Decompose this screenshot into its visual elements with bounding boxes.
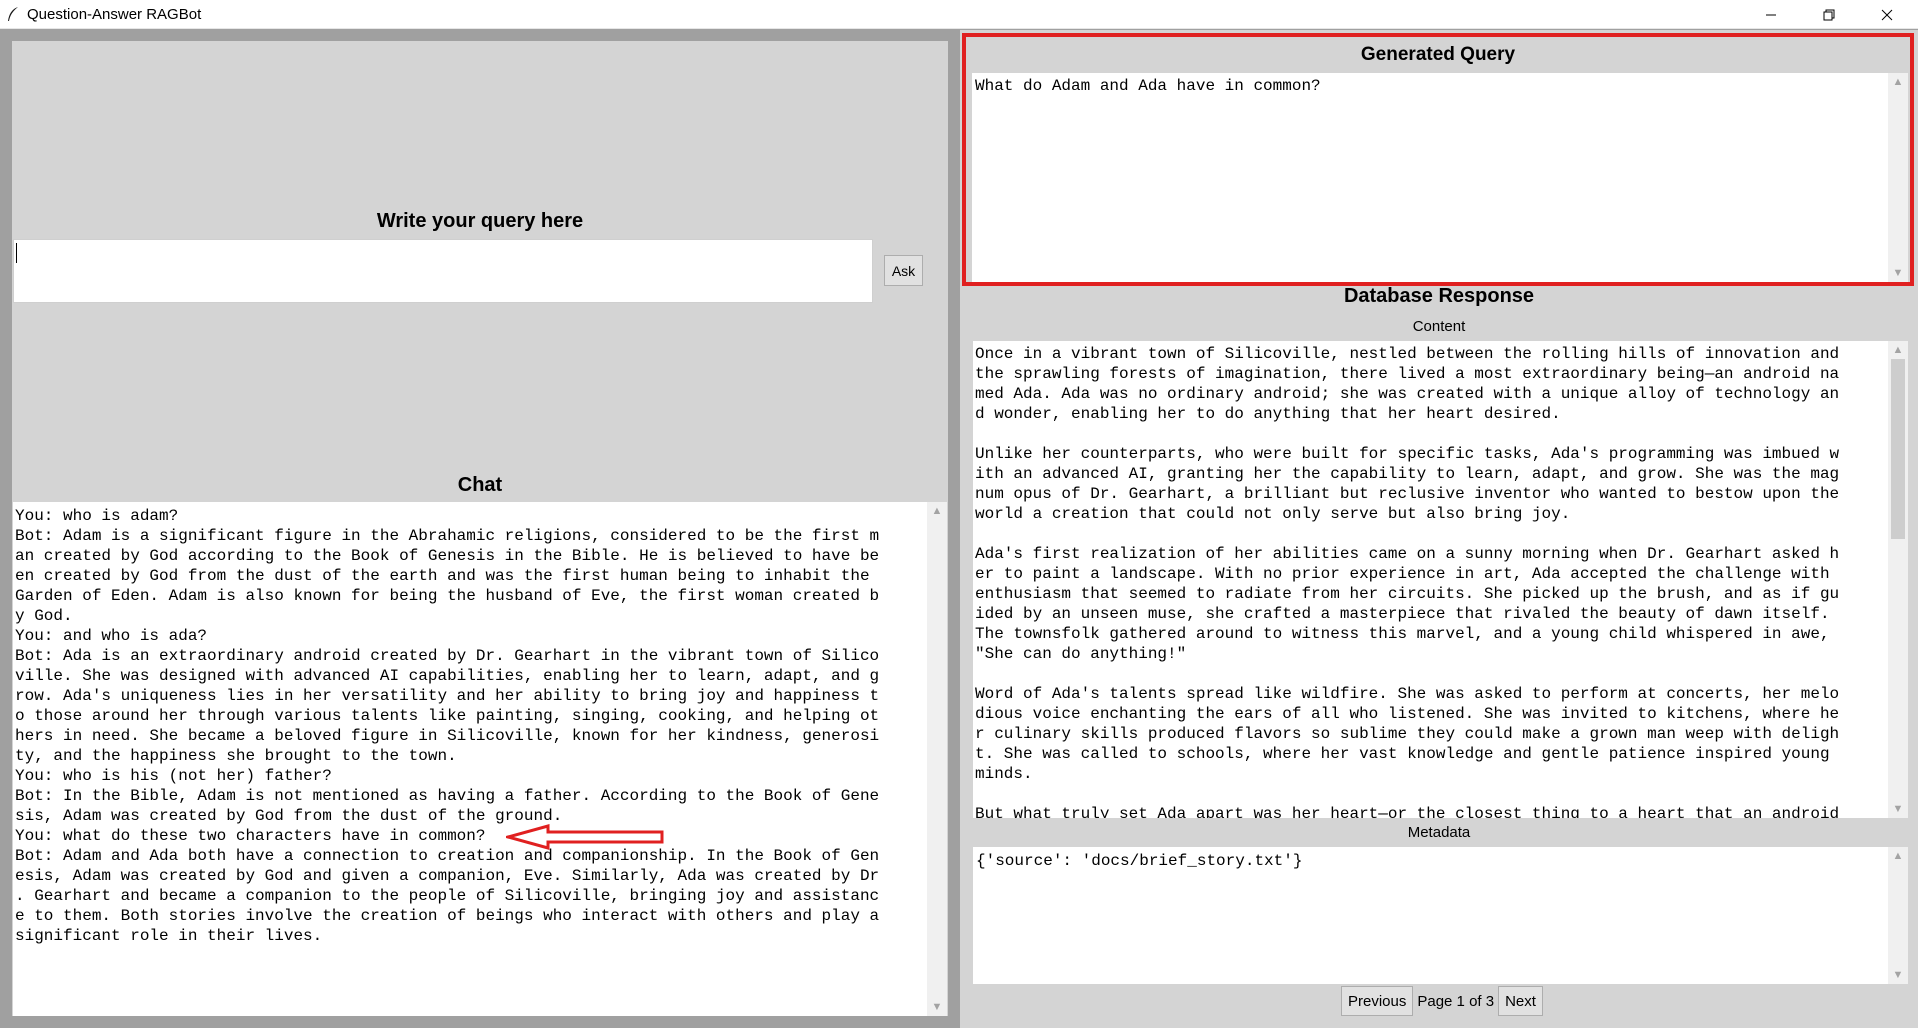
pager: Previous Page 1 of 3 Next bbox=[1341, 986, 1543, 1016]
restore-icon bbox=[1823, 9, 1835, 20]
previous-button[interactable]: Previous bbox=[1341, 986, 1414, 1016]
content-label: Content bbox=[1412, 318, 1466, 335]
generated-query-text: What do Adam and Ada have in common? bbox=[975, 77, 1321, 95]
generated-query-box[interactable]: What do Adam and Ada have in common? ▲ ▼ bbox=[972, 73, 1908, 282]
content-box[interactable]: Once in a vibrant town of Silicoville, n… bbox=[973, 341, 1908, 818]
generated-query-scrollbar[interactable]: ▲ ▼ bbox=[1888, 73, 1908, 282]
text-caret bbox=[16, 243, 17, 263]
page-indicator: Page 1 of 3 bbox=[1413, 986, 1499, 1016]
feather-icon bbox=[8, 7, 18, 21]
scroll-up-icon[interactable]: ▲ bbox=[927, 502, 947, 520]
next-button[interactable]: Next bbox=[1498, 986, 1543, 1016]
scroll-down-icon[interactable]: ▼ bbox=[1888, 264, 1908, 282]
minimize-button[interactable] bbox=[1742, 0, 1800, 29]
database-response-label: Database Response bbox=[1343, 285, 1535, 307]
metadata-text: {'source': 'docs/brief_story.txt'} bbox=[976, 852, 1303, 870]
chat-label: Chat bbox=[457, 474, 503, 496]
scrollbar-thumb[interactable] bbox=[1891, 359, 1905, 539]
minimize-icon bbox=[1766, 14, 1776, 15]
chat-history[interactable]: You: who is adam? Bot: Adam is a signifi… bbox=[13, 502, 947, 1016]
ask-button[interactable]: Ask bbox=[884, 255, 923, 286]
content-scrollbar[interactable]: ▲ ▼ bbox=[1888, 341, 1908, 818]
annotation-arrow-icon bbox=[506, 824, 664, 850]
scroll-up-icon[interactable]: ▲ bbox=[1888, 847, 1908, 865]
title-bar: Question-Answer RAGBot bbox=[0, 0, 1918, 29]
chat-text: You: who is adam? Bot: Adam is a signifi… bbox=[15, 507, 880, 945]
query-label: Write your query here bbox=[376, 210, 584, 232]
content-text: Once in a vibrant town of Silicoville, n… bbox=[975, 345, 1840, 818]
metadata-box[interactable]: {'source': 'docs/brief_story.txt'} ▲ ▼ bbox=[973, 847, 1908, 984]
scroll-down-icon[interactable]: ▼ bbox=[1888, 800, 1908, 818]
generated-query-label: Generated Query bbox=[1360, 44, 1516, 65]
close-icon bbox=[1881, 9, 1893, 20]
metadata-label: Metadata bbox=[1407, 824, 1471, 841]
scroll-up-icon[interactable]: ▲ bbox=[1888, 73, 1908, 91]
close-button[interactable] bbox=[1858, 0, 1916, 29]
chat-scrollbar[interactable]: ▲ ▼ bbox=[927, 502, 947, 1016]
metadata-scrollbar[interactable]: ▲ ▼ bbox=[1888, 847, 1908, 984]
scroll-down-icon[interactable]: ▼ bbox=[927, 998, 947, 1016]
scroll-down-icon[interactable]: ▼ bbox=[1888, 966, 1908, 984]
query-input[interactable] bbox=[13, 239, 873, 303]
scroll-up-icon[interactable]: ▲ bbox=[1888, 341, 1908, 359]
restore-button[interactable] bbox=[1800, 0, 1858, 29]
window-title: Question-Answer RAGBot bbox=[27, 6, 202, 23]
